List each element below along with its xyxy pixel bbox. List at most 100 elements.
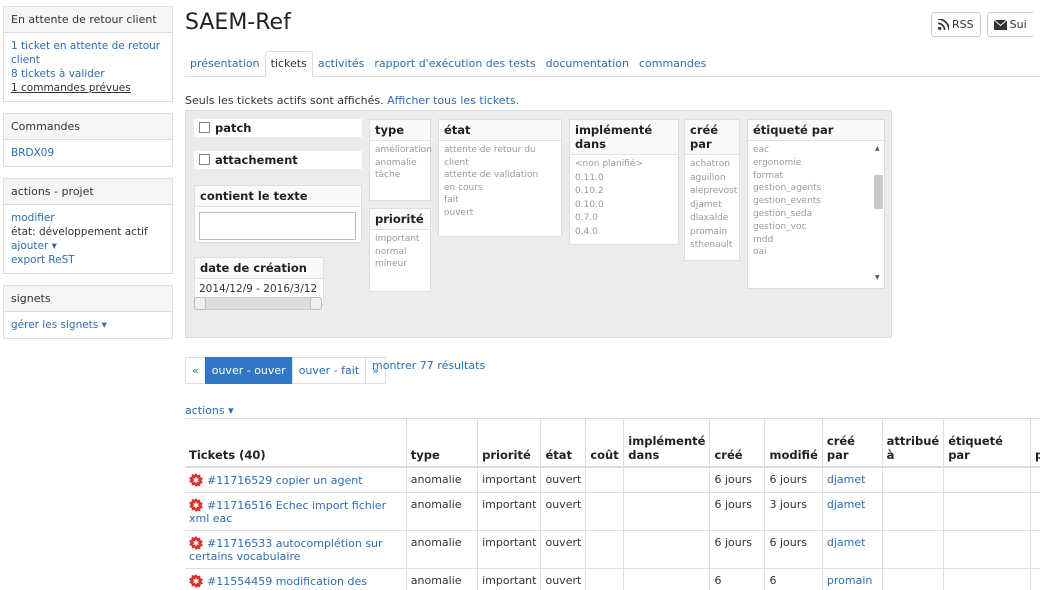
ticket-cost: [585, 529, 624, 568]
to-validate-link[interactable]: 8 tickets à valider: [11, 68, 105, 80]
tagged-by-option[interactable]: oai: [753, 246, 881, 259]
created-by-option[interactable]: sthenault: [690, 239, 734, 253]
ticket-link[interactable]: #11554459 modification des: [207, 575, 367, 588]
rss-label: RSS: [952, 18, 974, 31]
table-actions-dropdown[interactable]: actions ▾: [185, 404, 234, 417]
col-tagged-by[interactable]: étiqueté par: [943, 418, 1031, 468]
state-option[interactable]: en cours: [444, 182, 556, 195]
col-assigned-to[interactable]: attribué à: [881, 418, 944, 468]
ticket-author-link[interactable]: promain: [827, 574, 872, 587]
created-by-option[interactable]: aleprevost: [690, 185, 737, 199]
tagged-by-option[interactable]: gestion_voc: [753, 221, 881, 234]
ticket-author-link[interactable]: djamet: [827, 536, 866, 549]
priority-option[interactable]: important: [375, 233, 425, 246]
tagged-by-option[interactable]: gestion_events: [753, 195, 881, 208]
rss-button[interactable]: RSS: [931, 12, 981, 37]
slider-end-handle[interactable]: [310, 297, 322, 310]
created-by-option[interactable]: aguillon: [690, 172, 734, 186]
date-range-slider[interactable]: [194, 297, 322, 310]
ticket-author-link[interactable]: djamet: [827, 498, 866, 511]
attachment-checkbox[interactable]: [199, 154, 210, 165]
scroll-thumb[interactable]: [874, 175, 883, 209]
col-modified[interactable]: modifié: [764, 418, 823, 468]
col-state[interactable]: état: [540, 418, 586, 468]
implemented-option[interactable]: 0.10.0: [575, 199, 673, 213]
tab-orders[interactable]: commandes: [634, 52, 711, 76]
order-link[interactable]: BRDX09: [11, 147, 54, 159]
col-cost[interactable]: coût: [585, 418, 624, 468]
next-page-range[interactable]: ouver - fait: [291, 357, 367, 384]
col-tickets[interactable]: Tickets (40): [185, 418, 407, 468]
tagged-by-option[interactable]: eac: [753, 144, 881, 157]
slider-start-handle[interactable]: [194, 297, 206, 310]
ticket-created: 6 jours: [709, 529, 765, 568]
manage-bookmarks-dropdown[interactable]: gérer les signets ▾: [11, 319, 107, 331]
priority-filter-title: priorité: [370, 209, 430, 230]
waiting-client-link[interactable]: 1 ticket en attente de retour client: [11, 40, 160, 66]
attachment-label: attachement: [215, 153, 298, 167]
show-all-results-link[interactable]: montrer 77 résultats: [372, 359, 485, 372]
created-by-option[interactable]: dlaxalde: [690, 212, 734, 226]
active-tickets-notice: Seuls les tickets actifs sont affichés. …: [185, 94, 519, 107]
state-option[interactable]: fait: [444, 194, 556, 207]
show-all-tickets-link[interactable]: Afficher tous les tickets.: [387, 94, 519, 107]
tagged-by-option[interactable]: gestion_agents: [753, 182, 881, 195]
col-extra[interactable]: pa: [1030, 418, 1040, 468]
type-option[interactable]: anomalie: [375, 157, 425, 170]
ticket-link[interactable]: #11716533 autocomplétion sur certains vo…: [189, 537, 383, 563]
state-option[interactable]: ouvert: [444, 207, 556, 220]
col-implemented[interactable]: implémenté dans: [623, 418, 710, 468]
attachment-filter[interactable]: attachement: [194, 151, 362, 169]
bookmarks-panel: signets gérer les signets ▾: [3, 285, 173, 339]
orders-panel: Commandes BRDX09: [3, 113, 173, 167]
page-title: SAEM-Ref: [185, 10, 291, 35]
col-created[interactable]: créé: [709, 418, 765, 468]
state-option[interactable]: attente de retour du client: [444, 144, 556, 169]
implemented-option[interactable]: 0.7.0: [575, 212, 673, 226]
created-by-option[interactable]: djamet: [690, 199, 734, 213]
implemented-option[interactable]: 0.11.0: [575, 172, 673, 186]
contains-text-input[interactable]: [199, 212, 356, 240]
created-by-option[interactable]: promain: [690, 226, 734, 240]
scroll-down-icon[interactable]: ▼: [875, 274, 880, 281]
type-option[interactable]: amélioration: [375, 144, 432, 157]
tagged-by-option[interactable]: format: [753, 170, 881, 183]
follow-button[interactable]: Sui: [986, 12, 1033, 37]
ticket-link[interactable]: #11716516 Echec import fichier xml eac: [189, 499, 386, 525]
planned-orders-link[interactable]: 1 commandes prévues: [11, 82, 131, 94]
tab-tickets[interactable]: tickets: [264, 51, 313, 77]
tagged-by-option[interactable]: ergonomie: [753, 157, 881, 170]
tagged-by-option[interactable]: gestion_seda: [753, 208, 881, 221]
tab-test-report[interactable]: rapport d'exécution des tests: [369, 52, 540, 76]
tab-activities[interactable]: activités: [313, 52, 370, 76]
ticket-link[interactable]: #11716529 copier un agent: [207, 474, 363, 487]
tab-documentation[interactable]: documentation: [541, 52, 634, 76]
implemented-option[interactable]: 0.10.2: [575, 185, 673, 199]
project-actions-panel: actions - projet modifier état: développ…: [3, 178, 173, 274]
bug-icon: ✱: [189, 573, 203, 588]
patch-checkbox[interactable]: [199, 122, 210, 133]
col-priority[interactable]: priorité: [477, 418, 541, 468]
tagged-by-scrollbar[interactable]: ▲ ▼: [874, 145, 884, 285]
type-option[interactable]: tâche: [375, 169, 425, 182]
patch-filter[interactable]: patch: [194, 119, 362, 137]
priority-option[interactable]: normal: [375, 246, 425, 259]
export-rest-link[interactable]: export ReST: [11, 254, 75, 266]
tagged-by-option[interactable]: mdd: [753, 234, 881, 247]
state-option[interactable]: attente de validation: [444, 169, 556, 182]
implemented-option[interactable]: 0.4.0: [575, 226, 673, 240]
col-type[interactable]: type: [405, 418, 478, 468]
modify-link[interactable]: modifier: [11, 212, 55, 224]
tab-presentation[interactable]: présentation: [185, 52, 265, 76]
implemented-option[interactable]: <non planifié>: [575, 158, 673, 172]
ticket-implemented: [623, 529, 710, 568]
scroll-up-icon[interactable]: ▲: [875, 145, 880, 152]
priority-option[interactable]: mineur: [375, 258, 425, 271]
ticket-author-link[interactable]: djamet: [827, 473, 866, 486]
created-by-option[interactable]: achatron: [690, 158, 734, 172]
col-created-by[interactable]: créé par: [821, 418, 883, 468]
prev-page-button[interactable]: «: [185, 357, 206, 384]
add-dropdown[interactable]: ajouter ▾: [11, 240, 57, 252]
table-row: ✱ #11554459 modification des anomalie imp…: [185, 567, 1040, 590]
current-page[interactable]: ouver - ouver: [204, 357, 293, 384]
